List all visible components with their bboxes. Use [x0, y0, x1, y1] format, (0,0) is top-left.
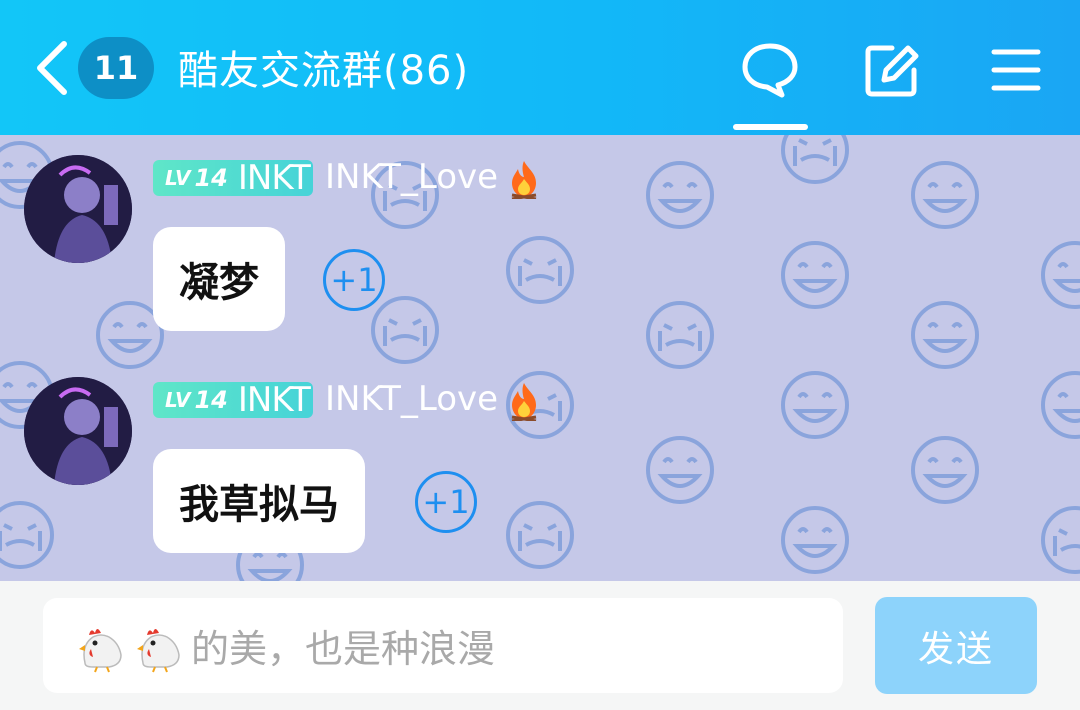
- header: 11 酷友交流群(86): [0, 0, 1080, 135]
- chat-area[interactable]: LV 14 INKT INKT_Love 凝梦 +1 LV 14 INKT IN…: [0, 135, 1080, 581]
- input-bar: 的美，也是种浪漫 发送: [0, 581, 1080, 710]
- tag-name: INKT: [237, 158, 311, 198]
- username[interactable]: INKT_Love: [325, 379, 498, 419]
- level-number: 14: [194, 164, 228, 192]
- chicken-icon: [137, 628, 180, 672]
- username[interactable]: INKT_Love: [325, 157, 498, 197]
- tag-name: INKT: [237, 380, 311, 420]
- menu-icon[interactable]: [988, 40, 1048, 100]
- chat-bubble-icon[interactable]: [740, 40, 800, 100]
- chicken-icon: [79, 628, 122, 672]
- edit-icon[interactable]: [862, 40, 922, 100]
- group-title: 酷友交流群(86): [178, 48, 470, 94]
- level-tag: LV 14 INKT: [153, 158, 313, 198]
- message-bubble[interactable]: 凝梦: [153, 227, 285, 331]
- fire-icon: [511, 383, 537, 421]
- level-number: 14: [194, 386, 228, 414]
- active-tab-indicator: [733, 124, 808, 130]
- send-button[interactable]: 发送: [875, 597, 1037, 694]
- unread-count-badge[interactable]: 11: [78, 37, 154, 99]
- message-bubble[interactable]: 我草拟马: [153, 449, 365, 553]
- input-placeholder: 的美，也是种浪漫: [191, 627, 496, 671]
- plus-one-button[interactable]: +1: [415, 471, 477, 533]
- fire-icon: [511, 161, 537, 199]
- level-prefix: LV: [165, 388, 191, 412]
- avatar[interactable]: [24, 377, 132, 485]
- back-icon[interactable]: [32, 40, 72, 96]
- level-prefix: LV: [165, 166, 191, 190]
- message-input[interactable]: 的美，也是种浪漫: [43, 598, 843, 693]
- level-tag: LV 14 INKT: [153, 380, 313, 420]
- plus-one-button[interactable]: +1: [323, 249, 385, 311]
- avatar[interactable]: [24, 155, 132, 263]
